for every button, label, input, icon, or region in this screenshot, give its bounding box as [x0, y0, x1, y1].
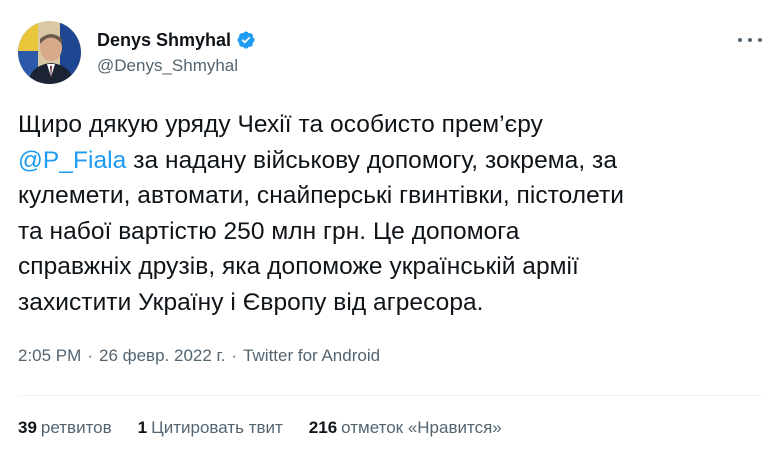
retweets-stat[interactable]: 39 ретвитов: [18, 418, 112, 438]
mention-link[interactable]: @P_Fiala: [18, 147, 126, 174]
tweet-date[interactable]: 26 февр. 2022 г.: [99, 346, 225, 366]
retweets-count: 39: [18, 418, 37, 437]
divider: [18, 395, 762, 396]
quotes-stat[interactable]: 1 Цитировать твит: [138, 418, 283, 438]
meta-separator: ·: [87, 346, 93, 365]
likes-label: отметок «Нравится»: [341, 418, 502, 437]
likes-stat[interactable]: 216 отметок «Нравится»: [309, 418, 502, 438]
tweet-line: кулемети, автомати, снайперські гвинтівк…: [18, 178, 766, 214]
tweet-text-segment: кулемети, автомати, снайперські гвинтівк…: [18, 182, 624, 209]
tweet-source[interactable]: Twitter for Android: [243, 346, 380, 366]
author-info: Denys Shmyhal @Denys_Shmyhal: [97, 28, 256, 76]
avatar-image: [18, 21, 81, 84]
tweet-text: Щиро дякую уряду Чехії та особисто прем’…: [18, 107, 766, 320]
author-name-row: Denys Shmyhal: [97, 28, 256, 52]
retweets-label: ретвитов: [40, 418, 112, 437]
tweet-line: Щиро дякую уряду Чехії та особисто прем’…: [18, 107, 766, 143]
likes-count: 216: [308, 418, 338, 437]
tweet-line: та набої вартістю 250 млн грн. Це допомо…: [18, 214, 766, 250]
tweet-line: захистити Україну і Європу від агресора.: [18, 285, 766, 321]
quotes-count: 1: [137, 418, 148, 437]
quotes-label: Цитировать твит: [151, 418, 283, 437]
author-display-name[interactable]: Denys Shmyhal: [97, 30, 231, 51]
more-options-icon[interactable]: [738, 30, 762, 50]
tweet-text-segment: за надану військову допомогу, зокрема, з…: [126, 146, 618, 174]
avatar[interactable]: [18, 21, 81, 84]
tweet-stats: 39 ретвитов 1 Цитировать твит 216 отметок «…: [18, 418, 528, 438]
tweet-meta: 2:05 PM · 26 февр. 2022 г. · Twitter for…: [18, 346, 380, 366]
tweet-time[interactable]: 2:05 PM: [18, 346, 81, 366]
tweet-line: справжніх друзів, яка допоможе українськ…: [18, 249, 766, 285]
meta-separator: ·: [231, 346, 238, 365]
tweet-card: Denys Shmyhal @Denys_Shmyhal Щиро дякую …: [0, 0, 780, 460]
tweet-text-segment: Щиро дякую уряду Чехії та особисто прем’…: [18, 111, 543, 138]
author-handle[interactable]: @Denys_Shmyhal: [97, 56, 256, 76]
verified-badge-icon: [236, 30, 256, 50]
tweet-line: @P_Fiala за надану військову допомогу, з…: [18, 143, 766, 179]
tweet-text-segment: та набої вартістю 250 млн грн. Це допомо…: [18, 217, 520, 245]
tweet-text-segment: захистити Україну і Європу від агресора.: [18, 288, 484, 316]
tweet-text-segment: справжніх друзів, яка допоможе українськ…: [18, 253, 579, 280]
